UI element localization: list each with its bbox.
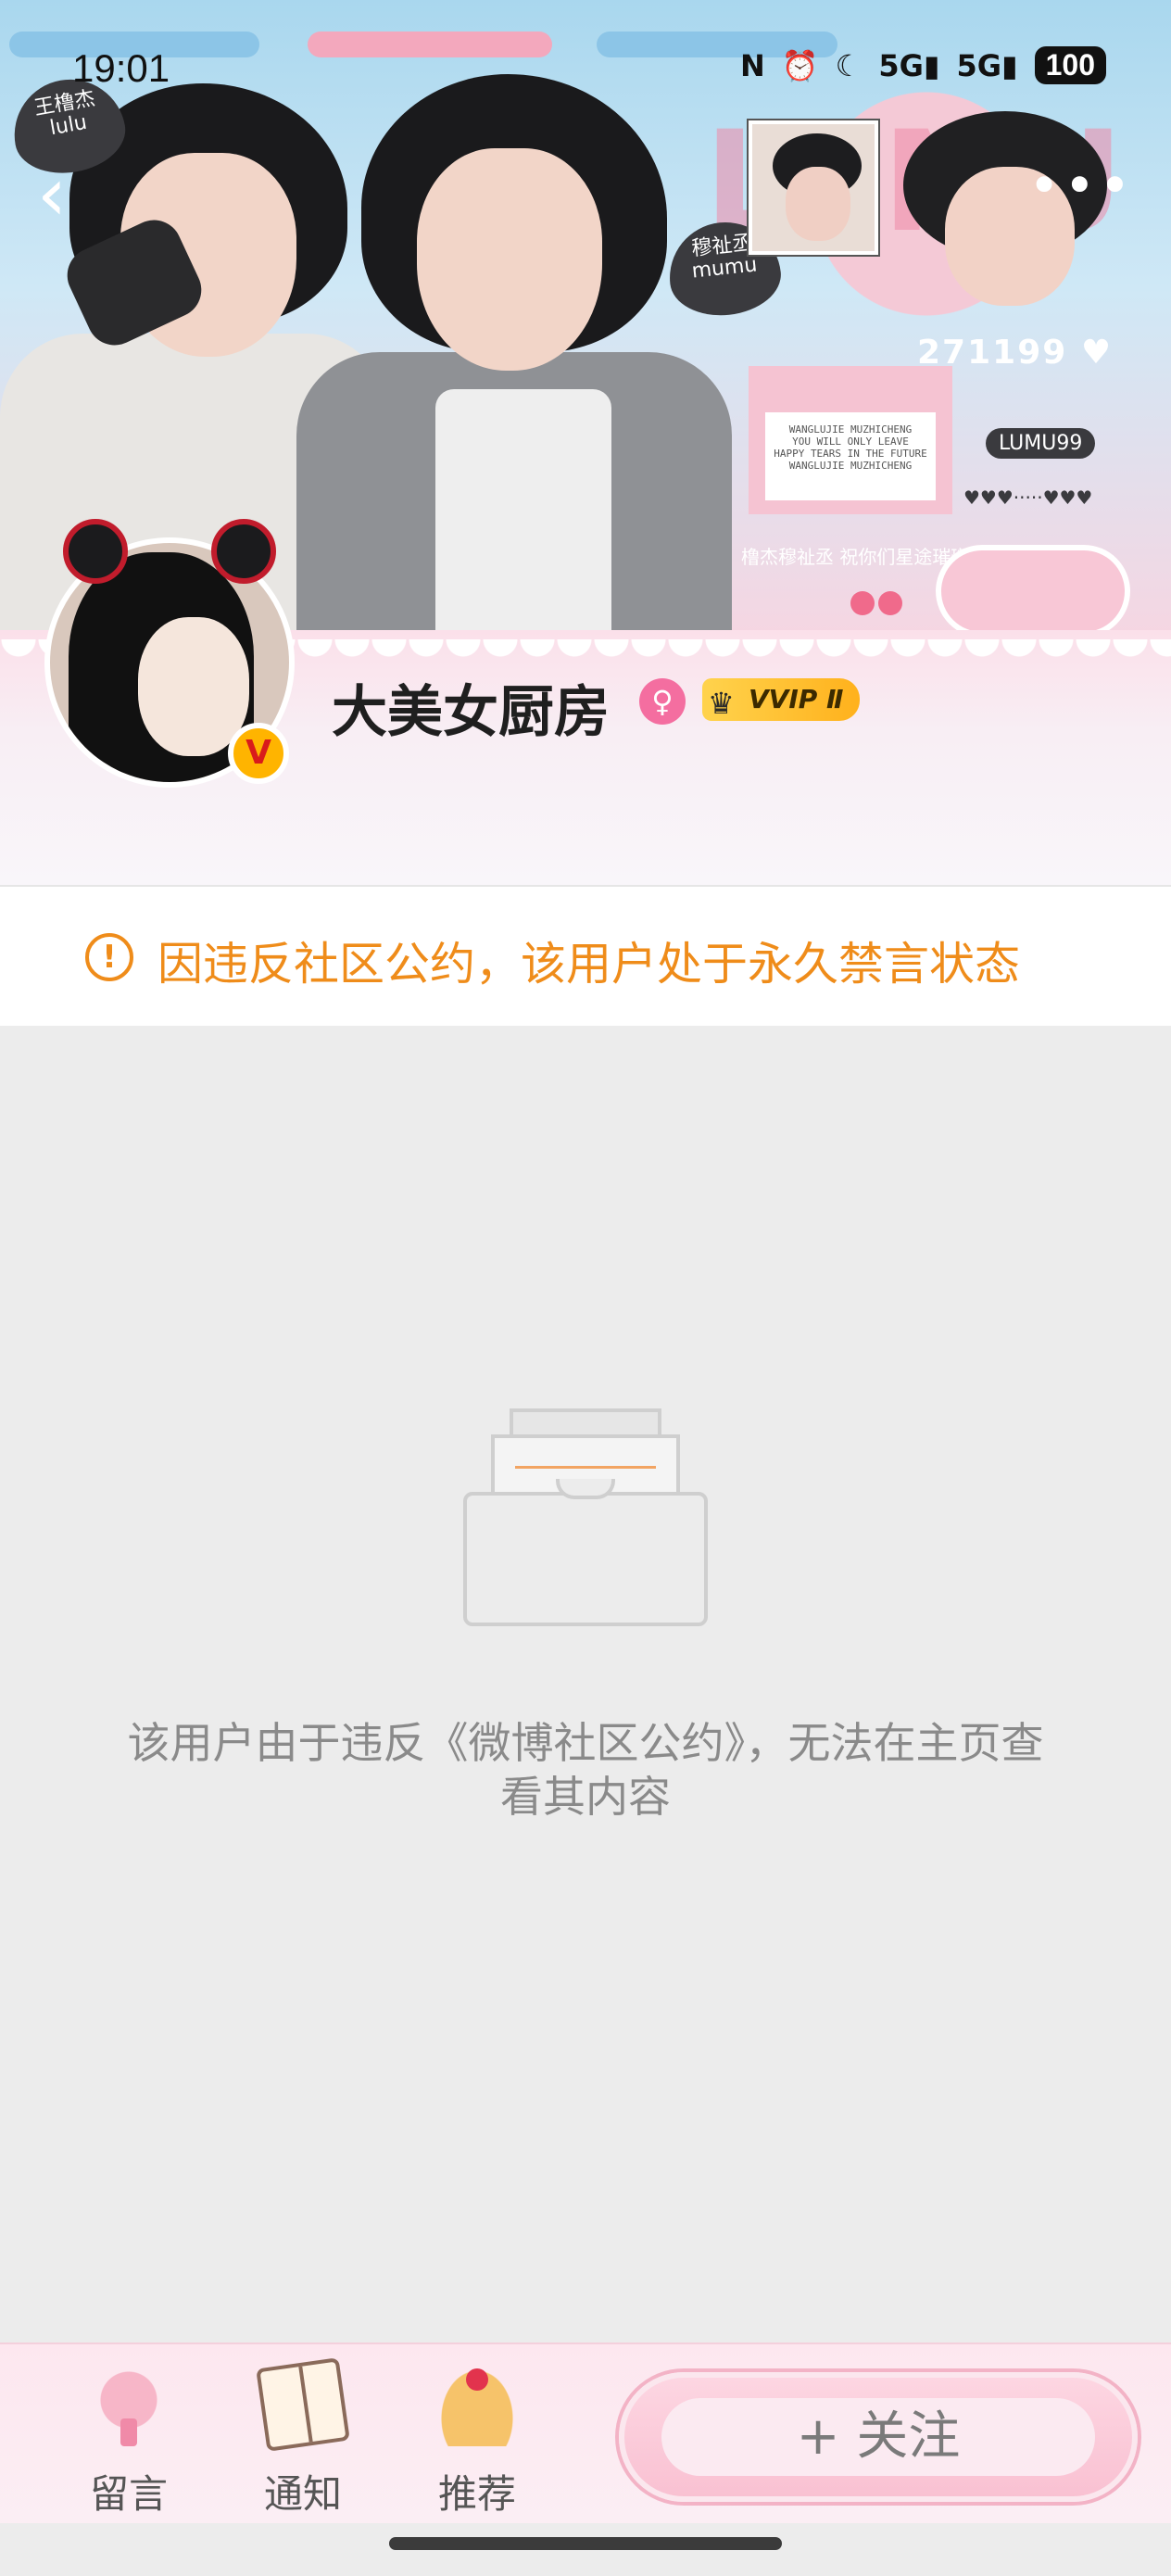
alarm-icon: ⏰ [781,47,819,83]
message-board-button[interactable]: 留言 [59,2344,198,2525]
banner-dots: ♥♥♥·····♥♥♥ [963,486,1093,509]
vvip-badge[interactable]: ♛ VVIP Ⅱ [702,678,861,721]
candy-icon [936,545,1130,638]
cherry-icon [850,575,906,617]
recommend-button[interactable]: 推荐 [408,2344,547,2525]
empty-state-message: 该用户由于违反《微博社区公约》，无法在主页查看其内容 [127,1718,1044,1822]
nav-label: 留言 [89,2471,168,2517]
status-time: 19:01 [72,46,170,90]
nav-label: 通知 [263,2471,342,2517]
lumu-tag: LUMU99 [986,428,1096,459]
warning-icon: ! [85,933,133,981]
moon-icon: ☾ [835,47,863,83]
avatar-ornament [63,519,128,584]
female-gender-icon: ♀ [639,678,686,725]
ban-notice: ! 因违反社区公约，该用户处于永久禁言状态 [0,885,1171,1026]
verified-badge-icon: V [228,723,289,784]
home-indicator[interactable] [389,2537,782,2550]
notification-button[interactable]: 通知 [233,2344,372,2525]
book-icon [256,2357,350,2452]
follow-label: + 关注 [796,2406,961,2467]
pudding-icon [435,2363,519,2446]
crown-icon: ♛ [708,686,735,721]
banner-caption: 橹杰穆祉丞 祝你们星途璀璨 [741,546,970,568]
avatar-ornament [211,519,276,584]
more-options-icon[interactable]: ••• [1028,158,1131,222]
signal-icon: 5G▮ [956,47,1018,83]
ban-notice-text: 因违反社区公约，该用户处于永久禁言状态 [157,938,1021,991]
status-bar: 19:01 N ⏰ ☾ 5G▮ 5G▮ 100 [0,0,1171,139]
empty-inbox-icon [463,1408,708,1626]
nav-label: 推荐 [437,2471,516,2517]
polaroid-photo [749,120,878,255]
signal-icon: 5G▮ [878,47,940,83]
avatar[interactable]: V [35,519,304,797]
username: 大美女厨房 [332,680,610,745]
bottom-action-bar: 留言 通知 推荐 + 关注 [0,2342,1171,2523]
status-icons: N ⏰ ☾ 5G▮ 5G▮ 100 [740,46,1106,84]
follow-button[interactable]: + 关注 [619,2372,1138,2502]
battery-icon: 100 [1034,46,1106,84]
dessert-cup-icon [87,2363,170,2446]
back-icon[interactable]: ‹ [37,158,102,241]
hanging-sign: WANGLUJIE MUZHICHENG YOU WILL ONLY LEAVE… [749,366,952,514]
nfc-icon: N [740,47,765,83]
